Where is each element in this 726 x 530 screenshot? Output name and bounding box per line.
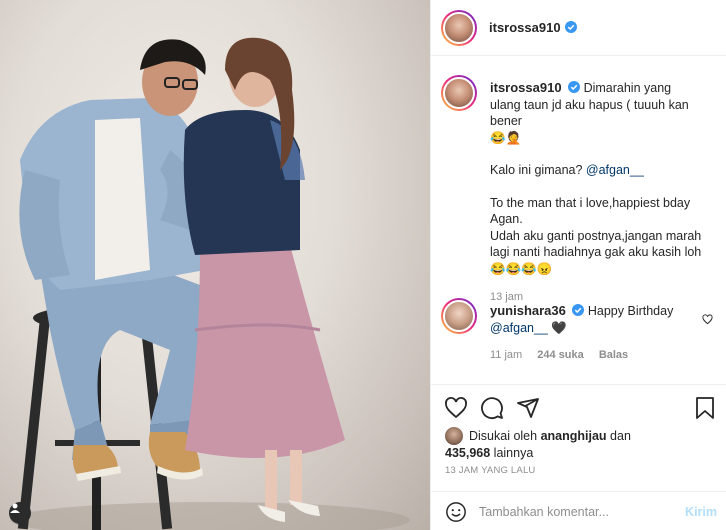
comments-list[interactable]: itsrossa910 Dimarahin yang ulang taun jd … xyxy=(431,57,726,383)
photo-illustration xyxy=(10,37,410,530)
heart-icon[interactable] xyxy=(702,314,713,325)
caption-line3: To the man that i love,happiest bday Aga… xyxy=(490,195,691,227)
author-avatar[interactable] xyxy=(441,9,477,46)
comment-text: yunishara36 Happy Birthday @afgan__ 🖤 11 … xyxy=(490,303,680,364)
commenter-avatar-photo xyxy=(443,300,475,332)
commenter-username[interactable]: yunishara36 xyxy=(490,303,566,318)
likes-and: dan xyxy=(606,429,631,443)
caption-line2-prefix: Kalo ini gimana? xyxy=(490,163,586,177)
likes-summary: Disukai oleh ananghijau dan 435,968 lain… xyxy=(445,427,631,461)
comment-heart: 🖤 xyxy=(551,320,567,335)
post-time-ago[interactable]: 13 JAM YANG LALU xyxy=(445,465,536,476)
caption-item: itsrossa910 Dimarahin yang ulang taun jd … xyxy=(441,75,717,303)
comment-input[interactable] xyxy=(479,504,679,519)
comment-likes[interactable]: 244 suka xyxy=(537,349,583,361)
caption-line4: Udah aku ganti postnya,jangan marah lagi… xyxy=(490,228,702,260)
caption-text: itsrossa910 Dimarahin yang ulang taun jd … xyxy=(490,80,705,306)
user-tag-icon[interactable] xyxy=(9,502,31,524)
caption-username[interactable]: itsrossa910 xyxy=(490,80,562,95)
post-header: itsrossa910 xyxy=(431,0,726,56)
caption-line2: Kalo ini gimana? @afgan__ xyxy=(490,162,705,179)
add-comment-bar: Kirim xyxy=(431,491,726,530)
caption-avatar[interactable] xyxy=(441,75,477,111)
comment-meta: 11 jam 244 suka Balas xyxy=(490,347,680,364)
comment-time[interactable]: 11 jam xyxy=(490,349,522,361)
verified-badge-icon xyxy=(567,81,580,93)
share-icon[interactable] xyxy=(516,396,540,420)
likes-prefix: Disukai oleh xyxy=(469,429,541,443)
post-side-panel: itsrossa910 itsrossa910 Dimarahin yang ul… xyxy=(430,0,726,530)
caption-line1-emoji: 😂🤦 xyxy=(490,130,522,145)
header-username-wrap: itsrossa910 xyxy=(489,19,577,37)
liker-username[interactable]: ananghijau xyxy=(541,429,607,443)
caption-avatar-photo xyxy=(443,77,475,109)
verified-badge-icon xyxy=(571,304,584,316)
comment-line2: @afgan__ 🖤 xyxy=(490,320,680,337)
emoji-icon[interactable] xyxy=(445,501,467,523)
bookmark-icon[interactable] xyxy=(693,396,717,420)
user-tag-glyph xyxy=(10,503,20,513)
post-actions: Disukai oleh ananghijau dan 435,968 lain… xyxy=(431,384,726,530)
comment-item: yunishara36 Happy Birthday @afgan__ 🖤 11 … xyxy=(441,298,717,368)
instagram-post-view: itsrossa910 itsrossa910 Dimarahin yang ul… xyxy=(0,0,726,530)
post-photo[interactable] xyxy=(0,0,430,530)
mention-link[interactable]: @afgan__ xyxy=(586,163,644,177)
likes-suffix: lainnya xyxy=(490,446,534,460)
author-avatar-photo xyxy=(443,11,475,44)
liker-avatar[interactable] xyxy=(445,427,463,445)
likes-count[interactable]: 435,968 xyxy=(445,446,490,460)
comment-mention-link[interactable]: @afgan__ xyxy=(490,321,548,335)
caption-line4-emoji: 😂😂😂😠 xyxy=(490,261,553,276)
post-comment-button[interactable]: Kirim xyxy=(685,505,717,519)
comment-body: Happy Birthday xyxy=(587,304,674,318)
header-username[interactable]: itsrossa910 xyxy=(489,20,561,35)
reply-button[interactable]: Balas xyxy=(599,349,628,361)
comment-icon[interactable] xyxy=(480,396,504,420)
commenter-avatar[interactable] xyxy=(441,298,477,334)
heart-icon[interactable] xyxy=(444,396,468,420)
verified-badge-icon xyxy=(564,20,577,33)
